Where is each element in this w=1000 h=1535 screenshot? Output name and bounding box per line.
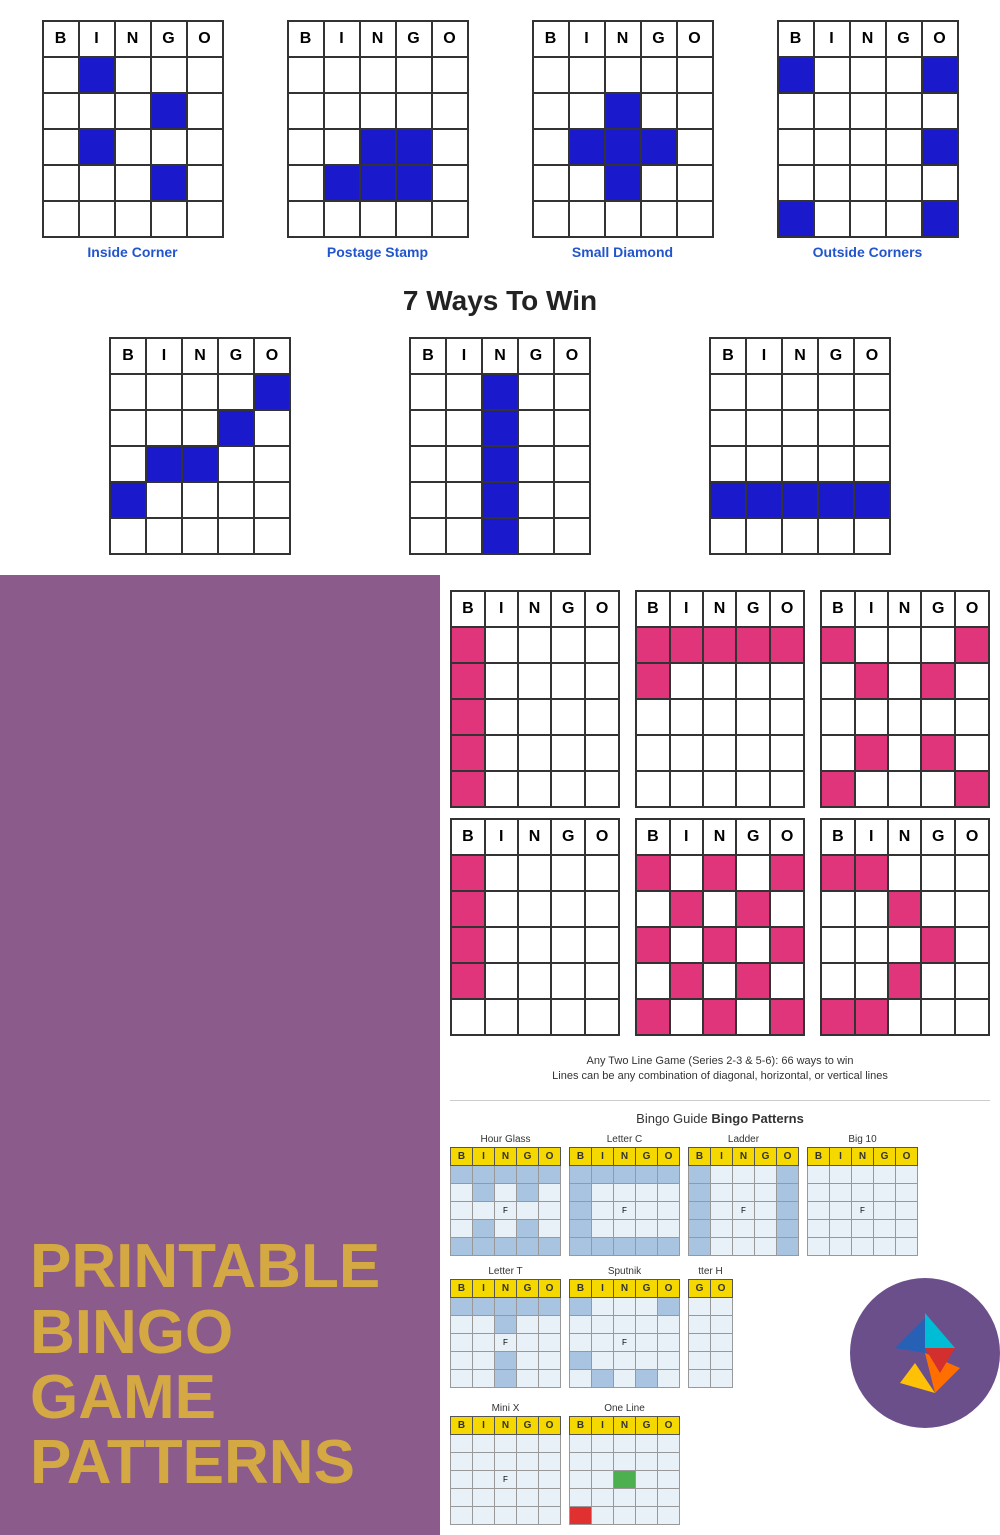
outside-corners-pattern: BINGO Outside Corners [777, 20, 959, 260]
guide-sputnik: Sputnik BINGO F [569, 1266, 680, 1388]
small-diamond-label: Small Diamond [572, 244, 673, 260]
logo-icon [880, 1308, 970, 1398]
diagonal-pattern: BINGO [109, 337, 291, 555]
ways-to-win-title: 7 Ways To Win [10, 270, 990, 327]
one-line-label: One Line [604, 1403, 645, 1414]
guide-one-line: One Line BINGO [569, 1403, 680, 1525]
pink-left-col-pattern: BINGO [450, 590, 620, 808]
four-patterns-row: BINGO Inside Corner BINGO [10, 20, 990, 260]
big-10-label: Big 10 [848, 1134, 876, 1145]
guide-mini-x: Mini X BINGO F [450, 1403, 561, 1525]
postage-stamp-pattern: BINGO Postage Stamp [287, 20, 469, 260]
printable-bingo-title: PRINTABLEBINGOGAMEPATTERNS [30, 1234, 410, 1494]
guide-letter-t: Letter T BINGO F [450, 1266, 561, 1388]
guide-letter-h: tter H GO [688, 1266, 733, 1388]
logo-circle [850, 1278, 1000, 1428]
guide-ladder: Ladder BINGO F [688, 1134, 799, 1256]
guide-big-10: Big 10 BINGO F [807, 1134, 918, 1256]
pink-row-1: BINGO BINGO [450, 590, 990, 808]
middle-section: PRINTABLEBINGOGAMEPATTERNS BINGO [0, 575, 1000, 1535]
postage-stamp-label: Postage Stamp [327, 244, 428, 260]
right-panel: BINGO BINGO [440, 575, 1000, 1535]
pink-checker-pattern: BINGO [635, 818, 805, 1036]
inside-corner-label: Inside Corner [87, 244, 177, 260]
pink-partial-left-pattern: BINGO [450, 818, 620, 1036]
pink-l-shape-pattern: BINGO [635, 590, 805, 808]
bingo-guide: Bingo Guide Bingo Patterns Hour Glass BI… [450, 1100, 990, 1525]
letter-h-label: tter H [698, 1266, 722, 1277]
left-panel: PRINTABLEBINGOGAMEPATTERNS [0, 575, 440, 1535]
inside-corner-pattern: BINGO Inside Corner [42, 20, 224, 260]
sputnik-label: Sputnik [608, 1266, 641, 1277]
guide-row-1: Hour Glass BINGO F Letter C [450, 1134, 990, 1256]
guide-title: Bingo Guide Bingo Patterns [450, 1111, 990, 1126]
pink-arrow-pattern: BINGO [820, 818, 990, 1036]
outside-corners-label: Outside Corners [813, 244, 923, 260]
guide-letter-c: Letter C BINGO F [569, 1134, 680, 1256]
letter-c-label: Letter C [607, 1134, 643, 1145]
guide-row-2: Letter T BINGO F Sputnik [450, 1266, 990, 1388]
pink-grids-section: BINGO BINGO [450, 590, 990, 1085]
letter-t-label: Letter T [488, 1266, 522, 1277]
small-diamond-pattern: BINGO Small Diamond [532, 20, 714, 260]
mini-x-label: Mini X [492, 1403, 520, 1414]
horizontal-line-pattern: BINGO [709, 337, 891, 555]
hour-glass-label: Hour Glass [480, 1134, 530, 1145]
vertical-line-pattern: BINGO [409, 337, 591, 555]
pink-x-corners-pattern: BINGO [820, 590, 990, 808]
top-section: BINGO Inside Corner BINGO [0, 0, 1000, 575]
any-two-line-text: Any Two Line Game (Series 2-3 & 5-6): 66… [450, 1054, 990, 1085]
pink-row-2: BINGO BINGO [450, 818, 990, 1036]
ladder-label: Ladder [728, 1134, 759, 1145]
guide-hour-glass: Hour Glass BINGO F [450, 1134, 561, 1256]
three-patterns-row: BINGO BINGO [10, 327, 990, 565]
